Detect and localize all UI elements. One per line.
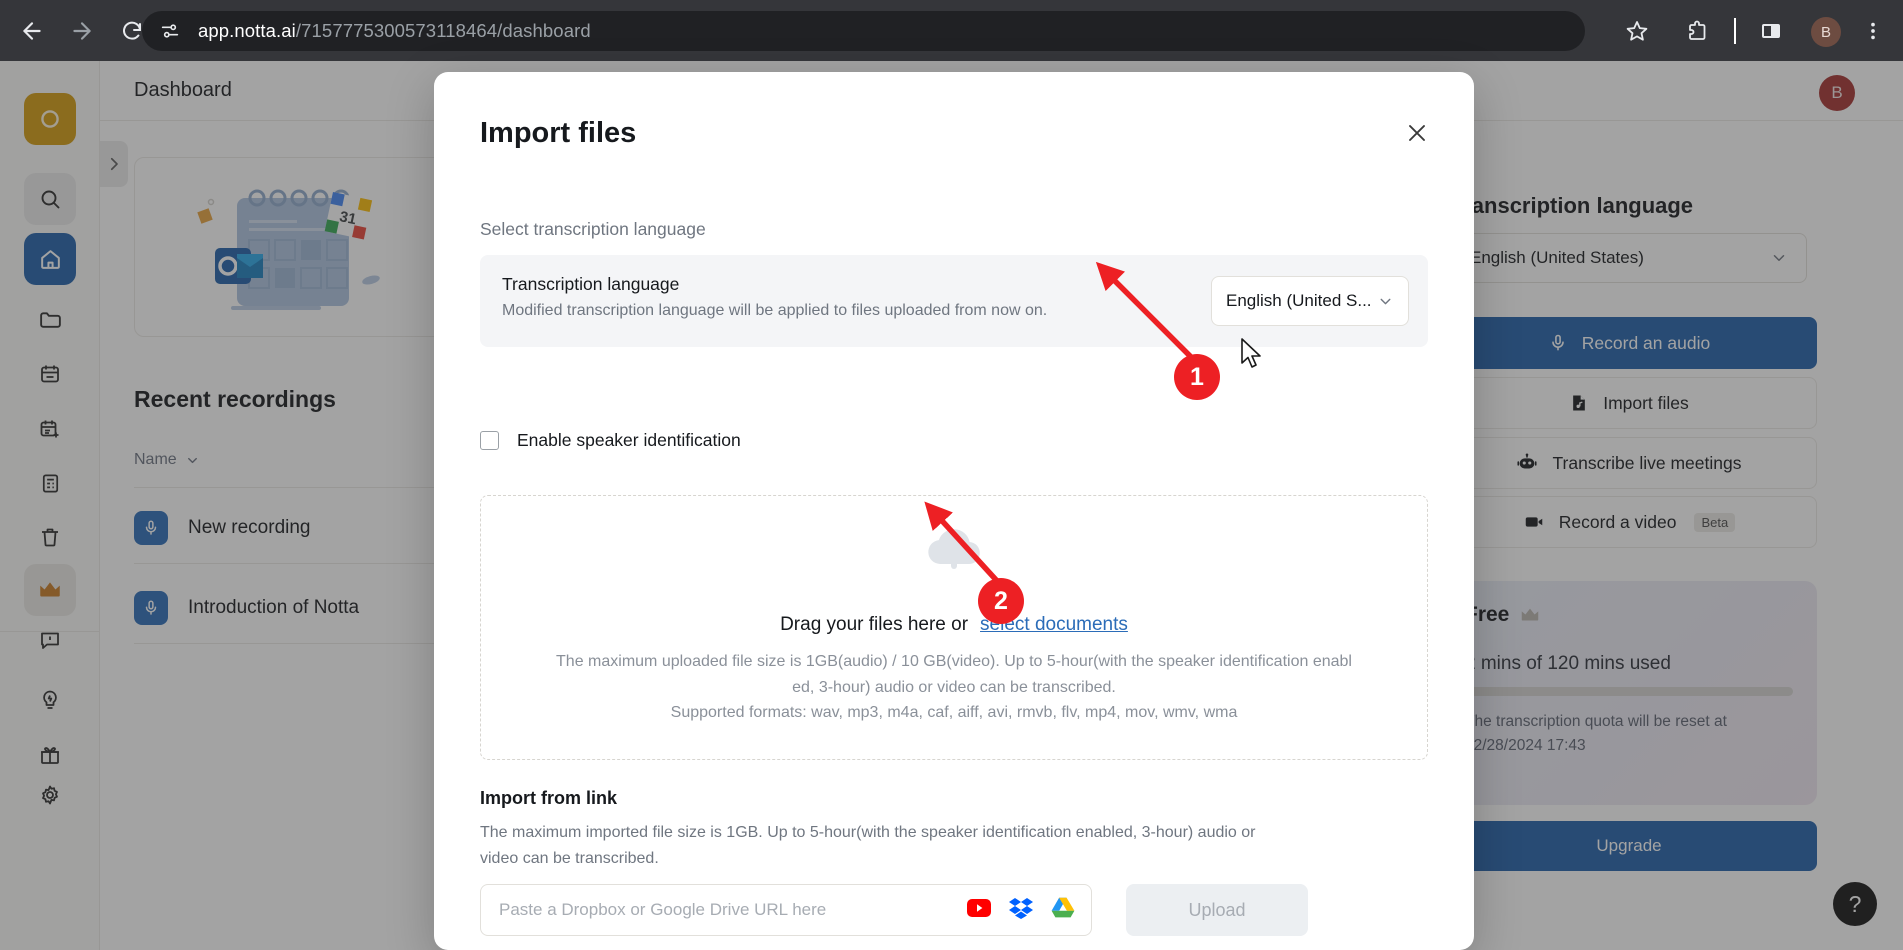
modal-title: Import files bbox=[480, 117, 637, 149]
extensions-button[interactable] bbox=[1677, 11, 1717, 51]
browser-toolbar: app.notta.ai/7157775300573118464/dashboa… bbox=[0, 0, 1903, 61]
back-arrow-icon bbox=[23, 21, 41, 40]
dropzone-limits-line1: The maximum uploaded file size is 1GB(au… bbox=[556, 653, 1352, 670]
speaker-identification-label: Enable speaker identification bbox=[517, 430, 741, 450]
speaker-identification-checkbox[interactable] bbox=[480, 431, 499, 450]
chevron-down-icon bbox=[1380, 298, 1391, 304]
site-settings-icon[interactable] bbox=[156, 17, 184, 45]
transcription-language-row: Transcription language Modified transcri… bbox=[480, 255, 1428, 347]
dropzone-limits: The maximum uploaded file size is 1GB(au… bbox=[495, 649, 1413, 726]
section-label-language: Select transcription language bbox=[480, 219, 706, 239]
url-host: app.notta.ai bbox=[198, 20, 296, 41]
dropzone-prompt-text: Drag your files here or bbox=[780, 614, 969, 635]
transcription-language-dropdown[interactable]: English (United S... bbox=[1211, 276, 1409, 326]
link-url-input[interactable]: Paste a Dropbox or Google Drive URL here bbox=[480, 884, 1092, 936]
forward-arrow-icon bbox=[73, 21, 91, 40]
link-url-placeholder: Paste a Dropbox or Google Drive URL here bbox=[499, 900, 827, 919]
file-dropzone[interactable]: Drag your files here or select documents … bbox=[480, 495, 1428, 760]
side-panel-button[interactable] bbox=[1751, 11, 1791, 51]
transcription-language-description: Modified transcription language will be … bbox=[502, 302, 1048, 319]
google-drive-icon[interactable] bbox=[1051, 897, 1075, 924]
forward-button[interactable] bbox=[62, 11, 102, 51]
dropbox-icon[interactable] bbox=[1009, 897, 1033, 924]
dropzone-limits-line2: ed, 3-hour) audio or video can be transc… bbox=[792, 678, 1116, 696]
annotation-badge-2: 2 bbox=[978, 578, 1024, 624]
kebab-menu-icon bbox=[1871, 22, 1875, 40]
bookmark-star-icon bbox=[1626, 21, 1648, 41]
url-path: /7157775300573118464/dashboard bbox=[295, 20, 591, 41]
close-button[interactable] bbox=[1402, 118, 1432, 148]
youtube-icon[interactable] bbox=[967, 898, 991, 922]
annotation-badge-1: 1 bbox=[1174, 354, 1220, 400]
transcription-language-value: English (United S... bbox=[1226, 291, 1372, 310]
import-from-link-description: The maximum imported file size is 1GB. U… bbox=[480, 824, 1256, 867]
dropzone-prompt: Drag your files here or select documents bbox=[481, 614, 1427, 636]
transcription-language-title: Transcription language bbox=[502, 274, 680, 294]
upload-button[interactable]: Upload bbox=[1126, 884, 1308, 936]
url-text: app.notta.ai/7157775300573118464/dashboa… bbox=[198, 20, 591, 42]
mouse-cursor bbox=[1241, 338, 1261, 368]
close-icon bbox=[1409, 125, 1425, 141]
speaker-identification-row[interactable]: Enable speaker identification bbox=[480, 430, 741, 451]
toolbar-divider bbox=[1734, 18, 1736, 44]
extensions-puzzle-icon bbox=[1689, 20, 1706, 40]
dropzone-formats: Supported formats: wav, mp3, m4a, caf, a… bbox=[670, 704, 1238, 722]
import-from-link-title: Import from link bbox=[480, 788, 618, 808]
chrome-profile-avatar[interactable]: B bbox=[1811, 17, 1841, 47]
cloud-upload-icon bbox=[923, 522, 985, 579]
back-button[interactable] bbox=[12, 11, 52, 51]
chrome-menu-button[interactable] bbox=[1853, 11, 1893, 51]
reload-icon bbox=[123, 21, 141, 40]
bookmark-button[interactable] bbox=[1617, 11, 1657, 51]
side-panel-icon bbox=[1762, 24, 1780, 38]
link-provider-icons bbox=[967, 897, 1075, 924]
import-files-modal: Import files Select transcription langua… bbox=[434, 72, 1474, 950]
address-bar[interactable]: app.notta.ai/7157775300573118464/dashboa… bbox=[142, 11, 1585, 51]
